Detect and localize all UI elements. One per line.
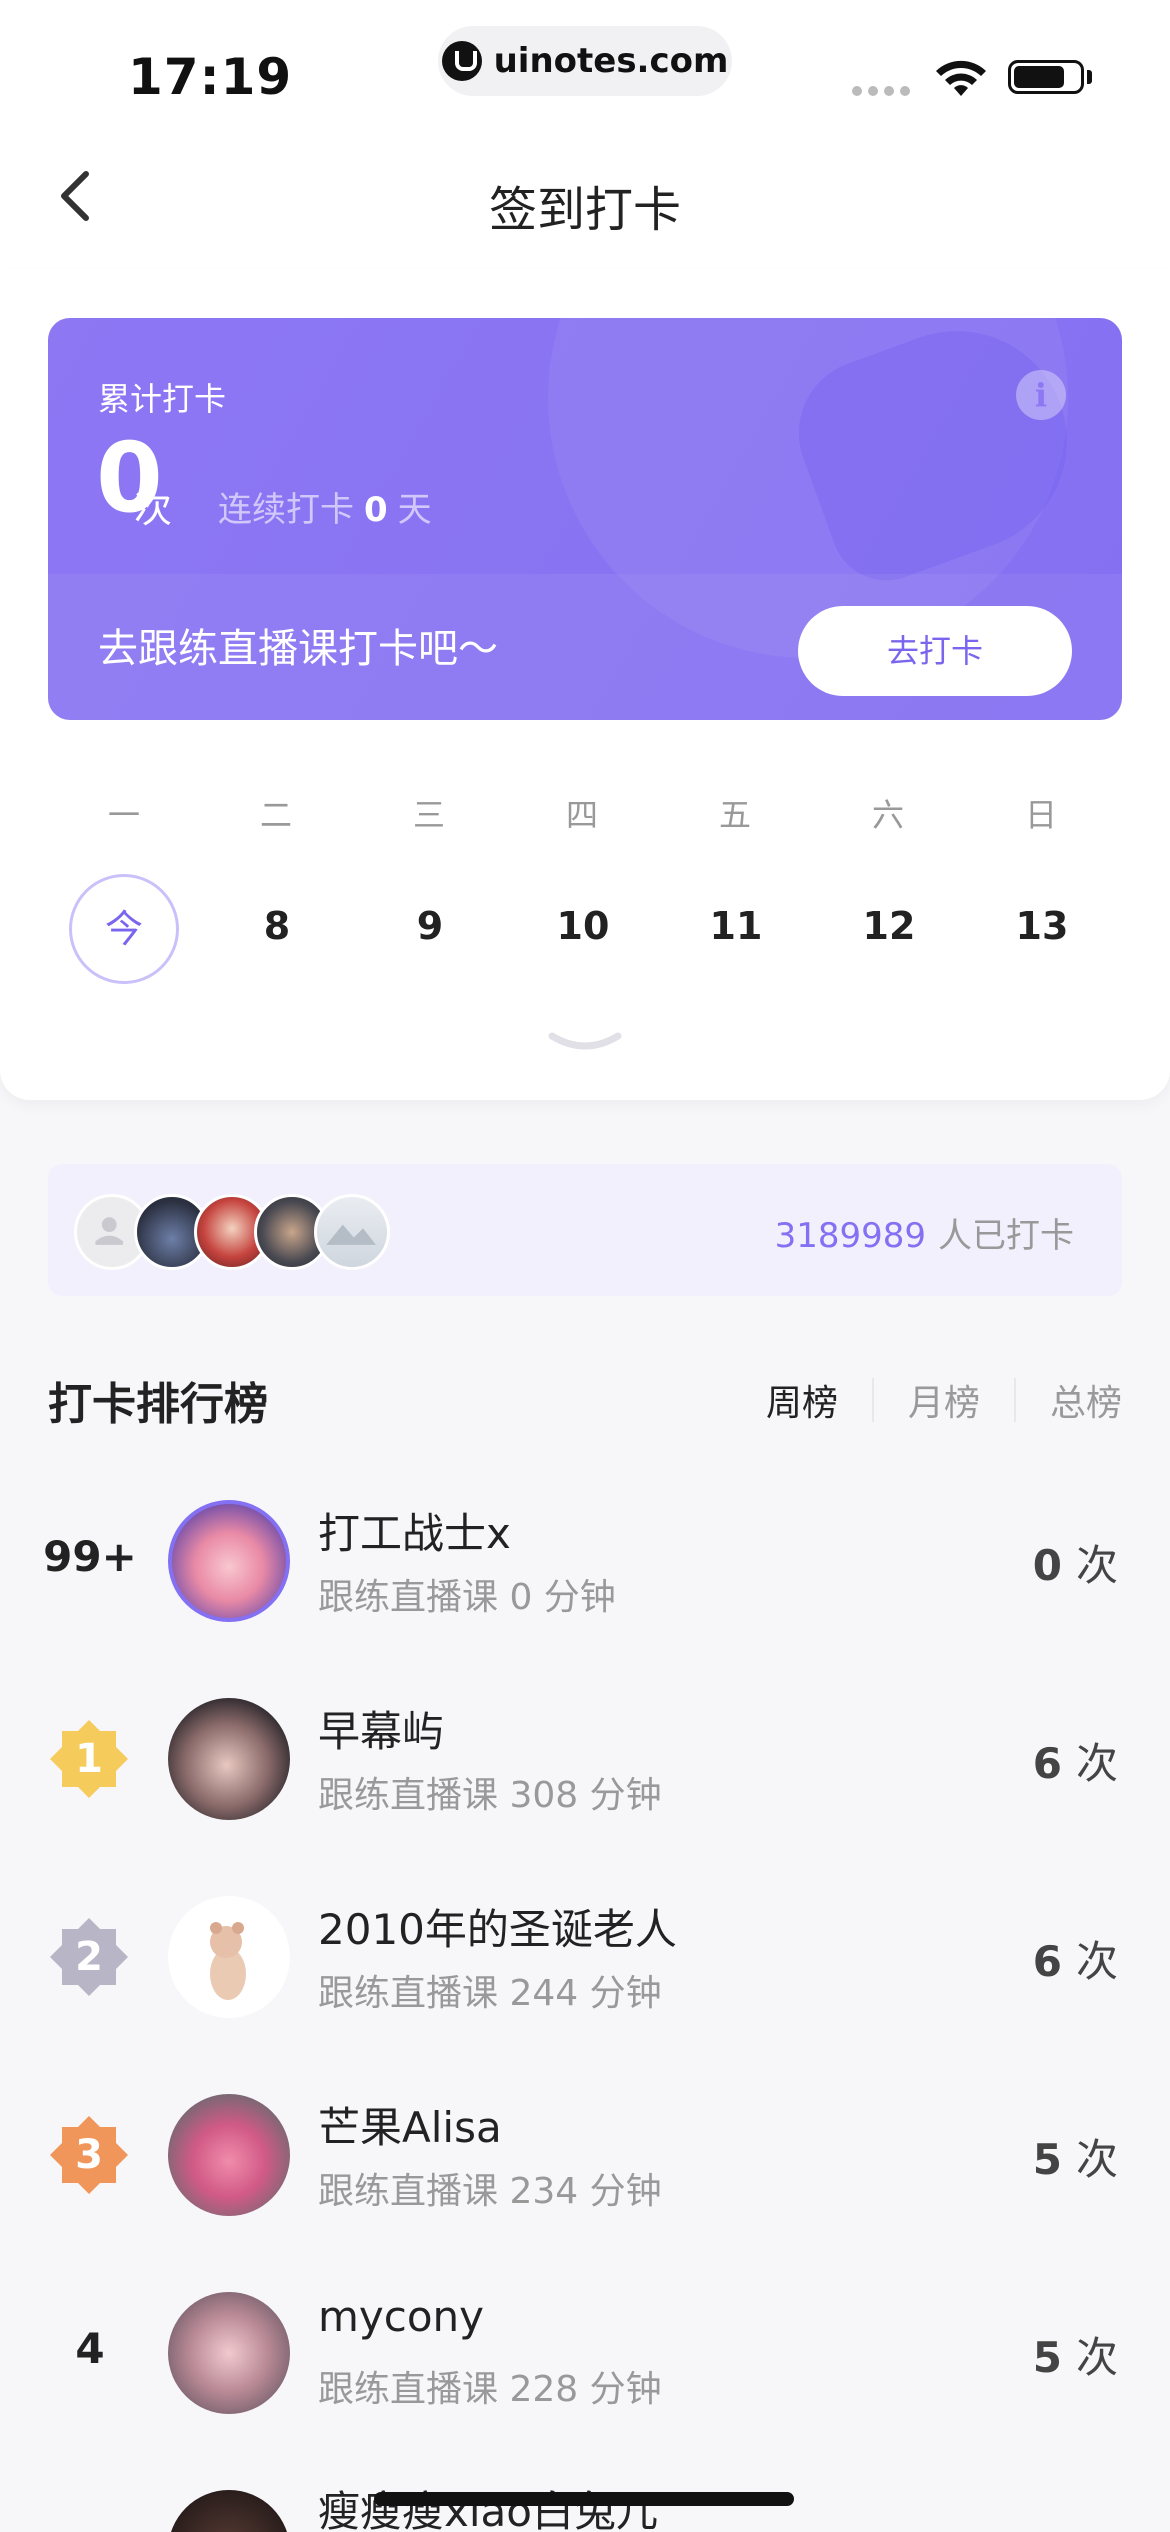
user-name: 打工战士x xyxy=(318,1509,511,1558)
streak-info: 连续打卡 0 天 xyxy=(218,482,432,531)
tab-divider xyxy=(1013,1378,1016,1422)
leaderboard-row[interactable]: 4 mycony 跟练直播课 228 分钟 5次 xyxy=(0,2272,1170,2432)
checkin-count: 5次 xyxy=(1033,2324,1118,2385)
home-indicator xyxy=(374,2492,794,2506)
avatar xyxy=(168,1698,290,1820)
tab-weekly[interactable]: 周榜 xyxy=(766,1374,838,1426)
checkin-count: 0次 xyxy=(1033,1532,1118,1593)
weekday-label: 日 xyxy=(1024,796,1057,834)
count-value: 5 xyxy=(1032,2333,1062,2382)
rank-number: 1 xyxy=(75,1736,103,1782)
user-duration: 跟练直播课 308 分钟 xyxy=(318,1775,662,1816)
streak-value: 0 xyxy=(364,490,388,530)
date-cell[interactable]: 11 xyxy=(681,904,791,954)
wifi-icon xyxy=(936,60,986,96)
weekday-label: 一 xyxy=(107,796,140,834)
rank-gold-badge-icon: 1 xyxy=(48,1718,130,1800)
count-unit: 次 xyxy=(1075,2135,1118,2184)
checkin-prompt: 去跟练直播课打卡吧～ xyxy=(98,626,498,672)
count-unit: 次 xyxy=(1075,1541,1118,1590)
count-value: 6 xyxy=(1032,1739,1062,1788)
participants-banner[interactable]: 3189989 人已打卡 xyxy=(48,1164,1122,1296)
expand-chevron-icon[interactable] xyxy=(548,1030,622,1056)
leaderboard-tabs: 周榜 月榜 总榜 xyxy=(766,1374,1122,1426)
checkin-count: 6次 xyxy=(1033,1928,1118,1989)
avatar xyxy=(168,2094,290,2216)
user-duration: 跟练直播课 228 分钟 xyxy=(318,2369,662,2410)
rank-number: 2 xyxy=(75,1934,103,1980)
weekday-label: 五 xyxy=(718,796,751,834)
participant-avatars xyxy=(74,1194,390,1270)
rank-number: 3 xyxy=(75,2132,103,2178)
total-checkin-label: 累计打卡 xyxy=(98,380,227,418)
avatar xyxy=(168,1896,290,2018)
streak-prefix: 连续打卡 xyxy=(218,490,354,530)
count-value: 5 xyxy=(1032,2135,1062,2184)
avatar xyxy=(168,1500,290,1622)
checkin-summary-card: 累计打卡 i 0 次 连续打卡 0 天 去跟练直播课打卡吧～ 去打卡 xyxy=(48,318,1122,720)
count-value: 6 xyxy=(1032,1937,1062,1986)
status-bar: 17:19 uinotes.com xyxy=(0,0,1170,130)
leaderboard-row[interactable]: 99+ 打工战士x 跟练直播课 0 分钟 0次 xyxy=(0,1480,1170,1640)
participants-suffix: 人已打卡 xyxy=(938,1216,1074,1256)
user-duration: 跟练直播课 244 分钟 xyxy=(318,1973,662,2014)
go-checkin-button[interactable]: 去打卡 xyxy=(798,606,1072,696)
participants-count-text: 3189989 人已打卡 xyxy=(775,1208,1074,1257)
battery-icon xyxy=(1008,60,1084,94)
checkin-count: 5次 xyxy=(1033,2126,1118,2187)
nav-bar: 签到打卡 xyxy=(0,130,1170,270)
rank-silver-badge-icon: 2 xyxy=(48,1916,130,1998)
date-cell[interactable]: 13 xyxy=(987,904,1097,954)
participants-count: 3189989 xyxy=(774,1216,926,1256)
count-unit: 次 xyxy=(1075,1739,1118,1788)
avatar xyxy=(168,2490,290,2532)
leaderboard-row[interactable]: 3 芒果Alisa 跟练直播课 234 分钟 5次 xyxy=(0,2074,1170,2234)
tab-total[interactable]: 总榜 xyxy=(1050,1374,1122,1426)
user-name: mycony xyxy=(318,2292,485,2341)
url-pill[interactable]: uinotes.com xyxy=(438,26,732,96)
total-checkin-unit: 次 xyxy=(134,487,173,531)
info-icon[interactable]: i xyxy=(1016,370,1066,420)
user-duration: 跟练直播课 234 分钟 xyxy=(318,2171,662,2212)
page-title: 签到打卡 xyxy=(488,182,681,238)
date-cell[interactable]: 8 xyxy=(222,904,332,954)
rank-number: 99+ xyxy=(43,1532,137,1581)
tab-divider xyxy=(871,1378,874,1422)
site-logo-icon xyxy=(441,41,482,81)
count-value: 0 xyxy=(1032,1541,1062,1590)
avatar xyxy=(168,2292,290,2414)
rank-number: 4 xyxy=(75,2324,105,2373)
user-duration: 跟练直播课 0 分钟 xyxy=(318,1577,616,1618)
rank-bronze-badge-icon: 3 xyxy=(48,2114,130,2196)
leaderboard-row[interactable]: 2 2010年的圣诞老人 跟练直播课 244 分钟 6次 xyxy=(0,1876,1170,2036)
user-name: 早幕屿 xyxy=(318,1707,445,1756)
date-cell[interactable]: 10 xyxy=(528,904,638,954)
url-text: uinotes.com xyxy=(493,41,729,81)
weekday-label: 三 xyxy=(412,796,445,834)
tab-monthly[interactable]: 月榜 xyxy=(908,1374,980,1426)
user-name: 2010年的圣诞老人 xyxy=(318,1905,677,1954)
date-today[interactable]: 今 xyxy=(69,874,179,984)
streak-suffix: 天 xyxy=(397,490,432,530)
checkin-count: 6次 xyxy=(1033,1730,1118,1791)
weekday-label: 二 xyxy=(259,796,292,834)
date-cell[interactable]: 12 xyxy=(834,904,944,954)
weekday-label: 六 xyxy=(871,796,904,834)
status-time: 17:19 xyxy=(128,48,293,106)
avatar xyxy=(314,1194,390,1270)
battery-cap xyxy=(1087,70,1092,84)
date-cell[interactable]: 9 xyxy=(375,904,485,954)
leaderboard-title: 打卡排行榜 xyxy=(48,1379,268,1430)
count-unit: 次 xyxy=(1075,2333,1118,2382)
user-name: 芒果Alisa xyxy=(318,2103,502,2152)
leaderboard-row[interactable]: 1 早幕屿 跟练直播课 308 分钟 6次 xyxy=(0,1678,1170,1838)
weekday-label: 四 xyxy=(565,796,598,834)
count-unit: 次 xyxy=(1075,1937,1118,1986)
cellular-signal-icon xyxy=(852,86,910,96)
